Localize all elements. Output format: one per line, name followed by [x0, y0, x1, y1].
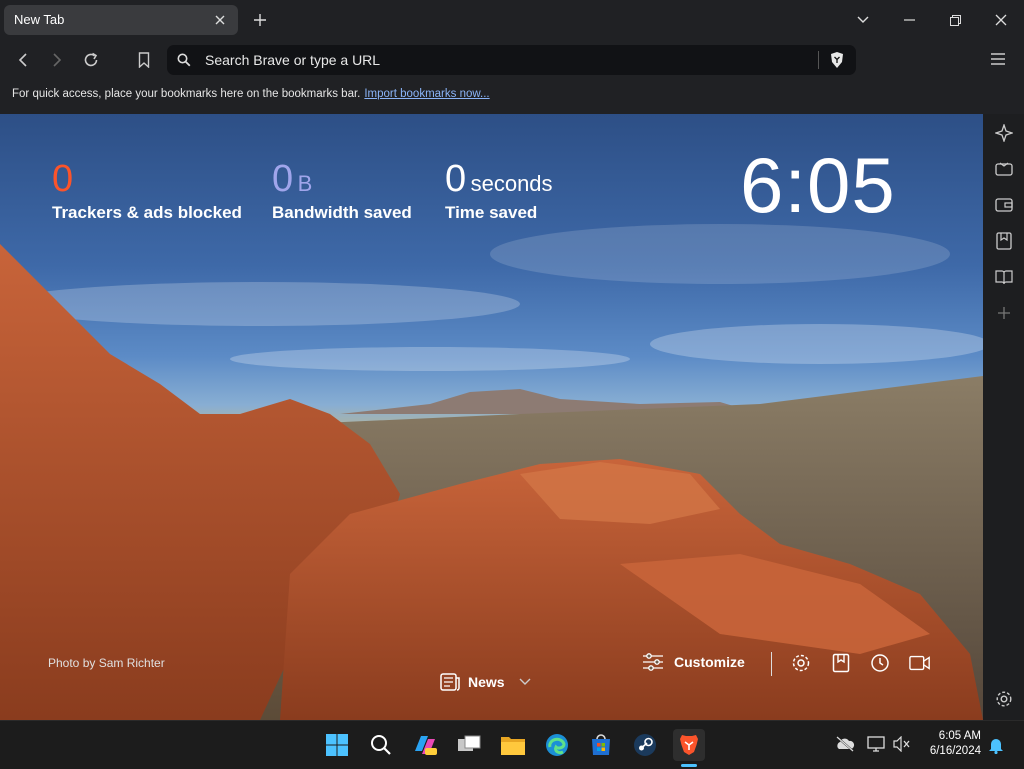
news-label: News [468, 674, 505, 690]
new-tab-plus-icon[interactable] [250, 10, 270, 30]
volume-muted-icon[interactable] [893, 735, 911, 757]
sidebar [983, 114, 1024, 720]
address-bar[interactable]: Search Brave or type a URL [167, 45, 856, 75]
close-window-icon[interactable] [986, 8, 1016, 32]
new-tab-page-background: 0 Trackers & ads blocked 0 B Bandwidth s… [0, 114, 983, 720]
tab-title: New Tab [14, 12, 65, 27]
network-display-icon[interactable] [867, 736, 885, 757]
address-bar-placeholder: Search Brave or type a URL [205, 52, 381, 68]
chevron-down-icon [519, 678, 531, 685]
settings-gear-icon[interactable] [790, 652, 812, 674]
trackers-blocked-count: 0 [52, 158, 74, 200]
bandwidth-saved-label: Bandwidth saved [272, 203, 412, 222]
photo-credit[interactable]: Photo by Sam Richter [48, 656, 165, 670]
stat-trackers-blocked: 0 Trackers & ads blocked [52, 158, 242, 223]
tab-close-icon[interactable] [210, 10, 230, 30]
bookmarks-bar-message-text: For quick access, place your bookmarks h… [12, 88, 361, 100]
tab-list-chevron-down-icon[interactable] [848, 8, 878, 32]
file-explorer-icon[interactable] [497, 729, 529, 761]
stat-bandwidth-saved: 0 B Bandwidth saved [272, 158, 412, 223]
time-saved-count: 0 [445, 158, 467, 200]
customize-button[interactable]: Customize [642, 653, 745, 671]
microsoft-store-icon[interactable] [585, 729, 617, 761]
import-bookmarks-link[interactable]: Import bookmarks now... [364, 88, 489, 100]
bookmark-icon[interactable] [132, 48, 156, 72]
sliders-icon [643, 653, 663, 671]
back-arrow-icon[interactable] [11, 48, 35, 72]
edge-icon[interactable] [541, 729, 573, 761]
steam-icon[interactable] [629, 729, 661, 761]
copilot-icon[interactable] [409, 729, 441, 761]
sidebar-settings-gear-icon[interactable] [993, 688, 1015, 710]
taskbar-search-icon[interactable] [365, 729, 397, 761]
bookmarks-widget-icon[interactable] [830, 652, 852, 674]
title-bar: New Tab [0, 0, 1024, 40]
forward-arrow-icon[interactable] [45, 48, 69, 72]
time-saved-label: Time saved [445, 203, 538, 222]
news-button[interactable]: News [440, 670, 531, 694]
leo-ai-sparkle-icon[interactable] [993, 122, 1015, 144]
minimize-icon[interactable] [894, 8, 924, 32]
taskbar-date: 6/16/2024 [929, 745, 981, 757]
bandwidth-saved-count: 0 [272, 158, 294, 200]
menu-hamburger-icon[interactable] [990, 52, 1014, 68]
bookmarks-bar: For quick access, place your bookmarks h… [0, 80, 1024, 114]
brave-taskbar-icon[interactable] [673, 729, 705, 761]
taskbar: 6:05 AM 6/16/2024 [0, 720, 1024, 769]
bookmarks-panel-icon[interactable] [993, 230, 1015, 252]
restore-icon[interactable] [940, 8, 970, 32]
divider [818, 51, 819, 69]
wallet-icon[interactable] [993, 194, 1015, 216]
taskbar-time: 6:05 AM [938, 730, 981, 742]
active-app-indicator [681, 764, 697, 767]
talk-video-icon[interactable] [993, 158, 1015, 180]
clock: 6:05 [740, 141, 896, 229]
bandwidth-saved-unit: B [297, 171, 313, 196]
add-plus-icon[interactable] [993, 302, 1015, 324]
task-view-icon[interactable] [453, 729, 485, 761]
customize-label: Customize [674, 654, 745, 670]
trackers-blocked-label: Trackers & ads blocked [52, 203, 242, 222]
search-icon [177, 53, 191, 72]
reading-list-icon[interactable] [993, 266, 1015, 288]
news-icon [440, 673, 460, 691]
taskbar-clock[interactable]: 6:05 AM 6/16/2024 [917, 729, 981, 759]
brave-shields-icon[interactable] [829, 51, 845, 74]
history-icon[interactable] [869, 652, 891, 674]
bookmarks-bar-message: For quick access, place your bookmarks h… [12, 88, 490, 100]
notification-bell-icon[interactable] [988, 736, 1004, 759]
stat-time-saved: 0 seconds Time saved [445, 158, 553, 223]
windows-start-icon[interactable] [321, 729, 353, 761]
reload-icon[interactable] [79, 48, 103, 72]
tab-new-tab[interactable]: New Tab [4, 5, 238, 35]
onedrive-offline-icon[interactable] [835, 736, 855, 757]
time-saved-unit: seconds [470, 171, 553, 196]
video-call-icon[interactable] [909, 652, 931, 674]
divider [771, 652, 772, 676]
